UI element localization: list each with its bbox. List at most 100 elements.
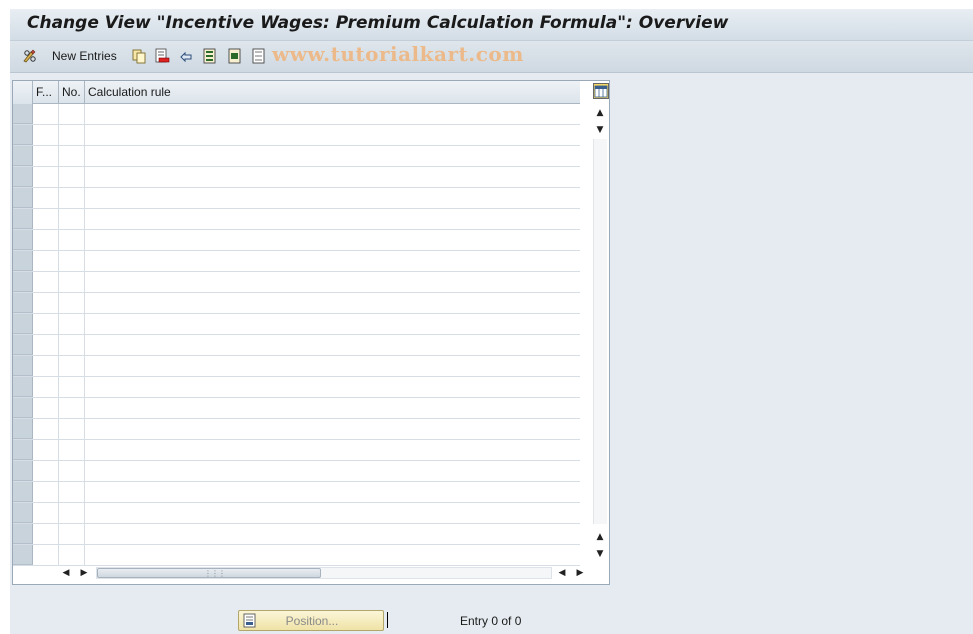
table-cell[interactable] [33, 272, 59, 292]
table-cell[interactable] [33, 398, 59, 418]
column-header-f[interactable]: F... [33, 81, 59, 104]
scroll-down-arrow[interactable]: ▼ [593, 124, 607, 136]
table-cell[interactable] [85, 230, 580, 250]
scroll-up-arrow[interactable]: ▲ [593, 107, 607, 119]
row-selector[interactable] [13, 125, 33, 145]
table-cell[interactable] [59, 314, 85, 334]
row-selector[interactable] [13, 545, 33, 565]
table-cell[interactable] [59, 335, 85, 355]
table-cell[interactable] [59, 545, 85, 565]
row-selector[interactable] [13, 251, 33, 271]
table-cell[interactable] [85, 167, 580, 187]
scroll-end-left-arrow[interactable]: ◀ [556, 567, 568, 579]
row-selector[interactable] [13, 335, 33, 355]
scroll-page-down-arrow[interactable]: ▼ [593, 548, 607, 560]
table-cell[interactable] [59, 503, 85, 523]
table-cell[interactable] [85, 314, 580, 334]
table-row[interactable] [13, 188, 580, 209]
row-selector[interactable] [13, 482, 33, 502]
table-row[interactable] [13, 251, 580, 272]
row-selector[interactable] [13, 314, 33, 334]
table-cell[interactable] [85, 545, 580, 565]
position-button[interactable]: Position... [238, 610, 384, 631]
table-cell[interactable] [59, 440, 85, 460]
table-row[interactable] [13, 503, 580, 524]
row-selector[interactable] [13, 146, 33, 166]
table-cell[interactable] [85, 419, 580, 439]
horizontal-scroll-track[interactable]: ⋮⋮⋮ [96, 567, 552, 579]
table-cell[interactable] [85, 335, 580, 355]
deselect-all-button[interactable] [251, 47, 267, 65]
row-selector[interactable] [13, 188, 33, 208]
table-row[interactable] [13, 314, 580, 335]
table-cell[interactable] [85, 104, 580, 124]
vertical-scrollbar[interactable]: ▲ ▼ ▲ ▼ [591, 81, 609, 563]
table-cell[interactable] [33, 545, 59, 565]
table-cell[interactable] [85, 398, 580, 418]
table-cell[interactable] [59, 104, 85, 124]
table-row[interactable] [13, 398, 580, 419]
column-header-calculation-rule[interactable]: Calculation rule [85, 81, 580, 104]
table-cell[interactable] [33, 440, 59, 460]
horizontal-scroll-thumb[interactable]: ⋮⋮⋮ [97, 568, 321, 578]
scroll-left-arrow[interactable]: ◀ [60, 567, 72, 579]
table-cell[interactable] [59, 230, 85, 250]
table-cell[interactable] [59, 272, 85, 292]
table-cell[interactable] [85, 293, 580, 313]
table-cell[interactable] [33, 104, 59, 124]
change-display-button[interactable] [22, 47, 38, 65]
row-selector[interactable] [13, 398, 33, 418]
table-row[interactable] [13, 125, 580, 146]
table-cell[interactable] [33, 524, 59, 544]
vertical-scroll-track[interactable] [593, 139, 607, 524]
undo-button[interactable] [178, 47, 194, 65]
row-selector[interactable] [13, 356, 33, 376]
table-cell[interactable] [33, 356, 59, 376]
table-cell[interactable] [59, 146, 85, 166]
new-entries-button[interactable]: New Entries [52, 47, 117, 65]
table-cell[interactable] [33, 419, 59, 439]
table-row[interactable] [13, 461, 580, 482]
table-row[interactable] [13, 335, 580, 356]
table-cell[interactable] [59, 125, 85, 145]
select-all-button[interactable] [202, 47, 218, 65]
table-cell[interactable] [85, 209, 580, 229]
table-row[interactable] [13, 146, 580, 167]
table-row[interactable] [13, 419, 580, 440]
table-row[interactable] [13, 482, 580, 503]
table-cell[interactable] [33, 209, 59, 229]
table-row[interactable] [13, 104, 580, 125]
table-row[interactable] [13, 293, 580, 314]
table-cell[interactable] [59, 398, 85, 418]
scroll-end-right-arrow[interactable]: ▶ [574, 567, 586, 579]
table-row[interactable] [13, 209, 580, 230]
table-cell[interactable] [33, 188, 59, 208]
scroll-right-arrow[interactable]: ▶ [78, 567, 90, 579]
table-cell[interactable] [85, 440, 580, 460]
table-cell[interactable] [59, 461, 85, 481]
table-row[interactable] [13, 524, 580, 545]
table-cell[interactable] [85, 356, 580, 376]
table-cell[interactable] [85, 503, 580, 523]
table-cell[interactable] [85, 482, 580, 502]
table-cell[interactable] [59, 524, 85, 544]
table-cell[interactable] [85, 524, 580, 544]
table-cell[interactable] [33, 293, 59, 313]
table-cell[interactable] [85, 461, 580, 481]
table-row[interactable] [13, 272, 580, 293]
table-cell[interactable] [59, 377, 85, 397]
table-row[interactable] [13, 545, 580, 566]
table-row[interactable] [13, 230, 580, 251]
table-cell[interactable] [59, 293, 85, 313]
horizontal-scrollbar[interactable]: ◀ ▶ ⋮⋮⋮ ◀ ▶ [60, 565, 590, 581]
table-row[interactable] [13, 377, 580, 398]
row-selector[interactable] [13, 167, 33, 187]
row-selector[interactable] [13, 230, 33, 250]
column-header-no[interactable]: No. [59, 81, 85, 104]
table-cell[interactable] [33, 461, 59, 481]
table-cell[interactable] [59, 251, 85, 271]
row-selector[interactable] [13, 104, 33, 124]
table-cell[interactable] [33, 167, 59, 187]
table-row[interactable] [13, 356, 580, 377]
table-cell[interactable] [59, 482, 85, 502]
